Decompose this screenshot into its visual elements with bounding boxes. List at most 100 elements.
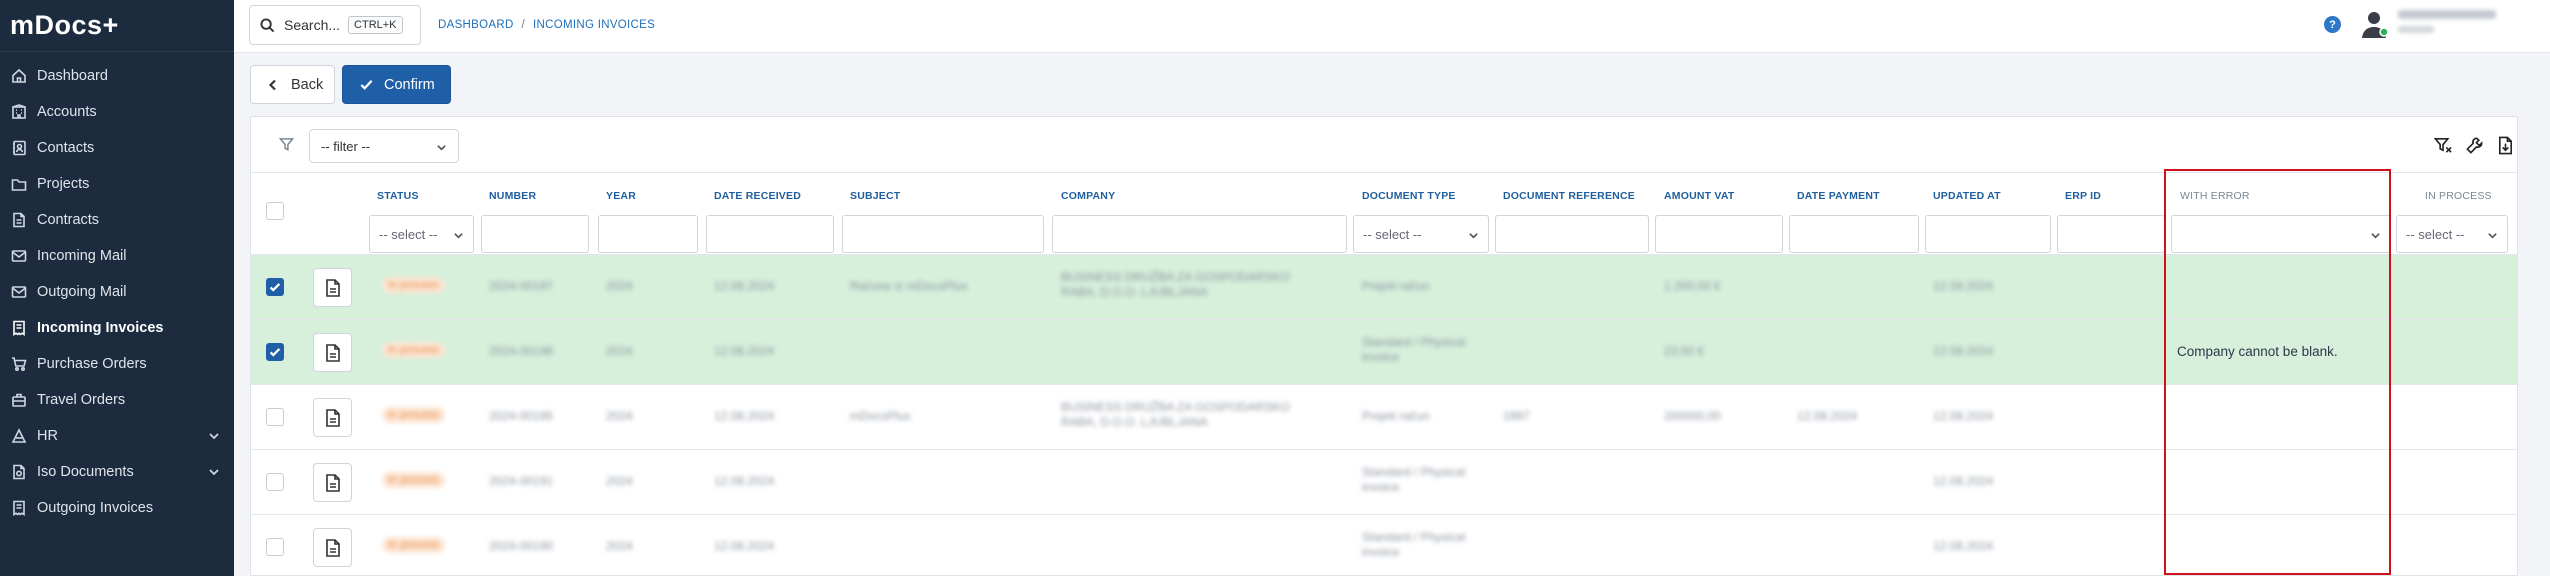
app-logo[interactable]: mDocs+ <box>0 0 234 52</box>
status-cell-text: In process <box>388 409 439 421</box>
subject-filter-input[interactable] <box>842 215 1044 253</box>
export-document-icon[interactable] <box>2496 136 2515 158</box>
document-type-filter-value: -- select -- <box>1363 226 1422 242</box>
document-reference-cell-text: 1987 <box>1503 409 1530 423</box>
column-header-year[interactable]: YEAR <box>606 190 636 202</box>
subject-cell-text: Račune iz mDocsPlus <box>850 279 968 293</box>
column-header-subject[interactable]: SUBJECT <box>850 190 900 202</box>
date-payment-filter-input[interactable] <box>1789 215 1919 253</box>
amount-vat-filter-input[interactable] <box>1655 215 1783 253</box>
status-filter-select[interactable]: -- select -- <box>369 215 474 253</box>
sidebar-item-label: Travel Orders <box>37 392 126 408</box>
date-received-filter-input[interactable] <box>706 215 834 253</box>
filter-select[interactable]: -- filter -- <box>309 129 459 163</box>
view-document-button[interactable] <box>313 528 352 567</box>
travel-icon <box>10 391 28 409</box>
year-cell: 2024 <box>606 344 633 358</box>
column-header-company[interactable]: COMPANY <box>1061 190 1115 202</box>
column-header-updated-at[interactable]: UPDATED AT <box>1933 190 2001 202</box>
amount-vat-cell-text: 200000,00 <box>1664 409 1721 423</box>
confirm-button[interactable]: Confirm <box>342 65 451 104</box>
row-checkbox[interactable] <box>266 278 284 296</box>
sidebar-item-purchase-orders[interactable]: Purchase Orders <box>0 346 234 382</box>
sidebar-item-outgoing-mail[interactable]: Outgoing Mail <box>0 274 234 310</box>
table-row[interactable]: In process 2024-00191 2024 12.08.2024 Standa… <box>251 450 2517 515</box>
column-header-status[interactable]: STATUS <box>377 190 419 202</box>
year-filter-input[interactable] <box>598 215 698 253</box>
erp-id-filter-input[interactable] <box>2057 215 2165 253</box>
company-cell-text-line2: RABA, D.O.O. LJUBLJANA <box>1061 285 1208 299</box>
status-cell: In process <box>382 407 445 423</box>
column-header-in-process[interactable]: IN PROCESS <box>2425 190 2492 202</box>
sidebar-item-travel-orders[interactable]: Travel Orders <box>0 382 234 418</box>
company-filter-input[interactable] <box>1052 215 1347 253</box>
date-received-cell: 12.08.2024 <box>714 474 774 488</box>
sidebar-item-projects[interactable]: Projects <box>0 166 234 202</box>
sidebar-item-incoming-invoices[interactable]: Incoming Invoices <box>0 310 234 346</box>
with-error-filter-select[interactable] <box>2171 215 2391 253</box>
table-row[interactable]: In process 2024-00197 2024 12.08.2024 Račune… <box>251 255 2517 320</box>
updated-at-cell: 12.08.2024 <box>1933 344 1993 358</box>
document-reference-filter-input[interactable] <box>1495 215 1649 253</box>
column-header-amount-vat[interactable]: AMOUNT VAT <box>1664 190 1734 202</box>
column-header-with-error[interactable]: WITH ERROR <box>2180 190 2250 202</box>
search-input[interactable]: Search... CTRL+K <box>249 5 421 45</box>
sidebar-item-iso-documents[interactable]: Iso Documents <box>0 454 234 490</box>
row-checkbox[interactable] <box>266 343 284 361</box>
updated-at-filter-input[interactable] <box>1925 215 2051 253</box>
column-header-document-reference[interactable]: DOCUMENT REFERENCE <box>1503 190 1635 202</box>
breadcrumb-dashboard[interactable]: DASHBOARD <box>438 19 514 31</box>
sidebar-item-outgoing-invoices[interactable]: Outgoing Invoices <box>0 490 234 526</box>
view-document-button[interactable] <box>313 268 352 307</box>
select-all-checkbox[interactable] <box>266 202 284 220</box>
view-document-button[interactable] <box>313 398 352 437</box>
avatar[interactable] <box>2360 8 2389 38</box>
table-row[interactable]: In process 2024-00190 2024 12.08.2024 Standa… <box>251 515 2517 576</box>
sidebar-item-label: Outgoing Mail <box>37 284 127 300</box>
column-header-date-payment[interactable]: DATE PAYMENT <box>1797 190 1880 202</box>
wrench-icon[interactable] <box>2465 136 2484 158</box>
row-checkbox[interactable] <box>266 538 284 556</box>
number-cell: 2024-00197 <box>489 279 553 293</box>
row-checkbox[interactable] <box>266 473 284 491</box>
filter-icon[interactable] <box>278 137 295 155</box>
search-icon <box>260 17 275 32</box>
table-row[interactable]: In process 2024-00195 2024 12.08.2024 mDocsP… <box>251 385 2517 450</box>
chevron-down-icon[interactable] <box>208 430 220 446</box>
sidebar-item-hr[interactable]: HR <box>0 418 234 454</box>
document-type-cell: Standard / Physical invoice <box>1362 530 1482 560</box>
sidebar-item-accounts[interactable]: Accounts <box>0 94 234 130</box>
filter-clear-icon[interactable] <box>2433 136 2453 158</box>
view-document-button[interactable] <box>313 463 352 502</box>
breadcrumb-incoming-invoices[interactable]: INCOMING INVOICES <box>533 19 655 31</box>
in-process-filter-select[interactable]: -- select -- <box>2396 215 2508 253</box>
sidebar-item-contacts[interactable]: Contacts <box>0 130 234 166</box>
column-header-erp-id[interactable]: ERP ID <box>2065 190 2101 202</box>
sidebar-item-contracts[interactable]: Contracts <box>0 202 234 238</box>
column-header-number[interactable]: NUMBER <box>489 190 536 202</box>
document-type-cell: Standard / Physical invoice <box>1362 465 1482 495</box>
document-type-cell: Prejeti račun <box>1362 409 1482 424</box>
sidebar-item-label: Purchase Orders <box>37 356 147 372</box>
table-row[interactable]: In process 2024-00198 2024 12.08.2024 Standa… <box>251 320 2517 385</box>
sidebar-item-incoming-mail[interactable]: Incoming Mail <box>0 238 234 274</box>
search-shortcut: CTRL+K <box>348 16 403 34</box>
invoice-out-icon <box>10 499 28 517</box>
column-header-date-received[interactable]: DATE RECEIVED <box>714 190 801 202</box>
number-filter-input[interactable] <box>481 215 589 253</box>
document-type-filter-select[interactable]: -- select -- <box>1353 215 1489 253</box>
top-bar: Search... CTRL+K DASHBOARD / INCOMING INVO… <box>234 0 2550 53</box>
back-button[interactable]: Back <box>250 65 335 104</box>
sidebar-item-label: HR <box>37 428 58 444</box>
sidebar-item-dashboard[interactable]: Dashboard <box>0 58 234 94</box>
document-type-cell: Prejeti račun <box>1362 279 1482 294</box>
document-type-cell-text-line2: invoice <box>1362 350 1400 364</box>
projects-icon <box>10 175 28 193</box>
column-header-document-type[interactable]: DOCUMENT TYPE <box>1362 190 1456 202</box>
row-checkbox[interactable] <box>266 408 284 426</box>
document-type-cell-text: Standard / Physical <box>1362 530 1466 544</box>
date-received-cell-text: 12.08.2024 <box>714 409 775 423</box>
help-icon[interactable]: ? <box>2324 16 2341 33</box>
view-document-button[interactable] <box>313 333 352 372</box>
chevron-down-icon[interactable] <box>208 466 220 482</box>
